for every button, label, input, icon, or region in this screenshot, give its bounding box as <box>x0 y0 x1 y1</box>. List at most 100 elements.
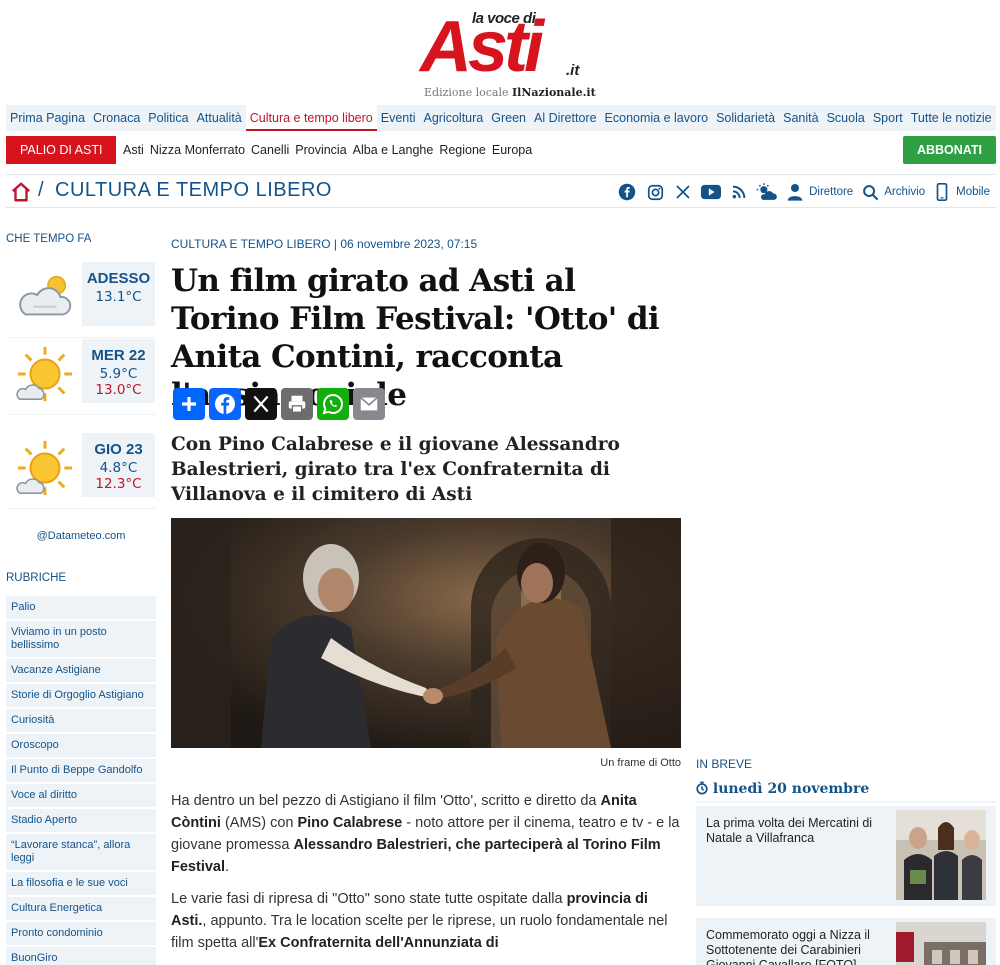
breve-item-title[interactable]: La prima volta dei Mercatini di Natale a… <box>706 816 886 846</box>
breve-date: lunedì 20 novembre <box>696 781 996 803</box>
nav-prima-pagina[interactable]: Prima Pagina <box>6 105 89 131</box>
subnav-asti[interactable]: Asti <box>120 143 147 157</box>
rubrica-item[interactable]: Voce al diritto <box>6 784 156 807</box>
rubrica-item[interactable]: Pronto condominio <box>6 922 156 945</box>
palio-button[interactable]: PALIO DI ASTI <box>6 136 116 164</box>
weather-box-day3: GIO 23 4.8°C 12.3°C <box>82 433 155 497</box>
weather-max: 12.3°C <box>95 476 142 492</box>
section-title[interactable]: CULTURA E TEMPO LIBERO <box>55 179 332 202</box>
nav-sanita[interactable]: Sanità <box>779 105 822 131</box>
text-bold: Ex Confraternita dell'Annunziata di <box>258 935 499 951</box>
nav-green[interactable]: Green <box>487 105 530 131</box>
rubrica-item[interactable]: Storie di Orgoglio Astigiano <box>6 684 156 707</box>
rubrica-item[interactable]: Il Punto di Beppe Gandolfo <box>6 759 156 782</box>
article-image[interactable] <box>171 518 681 748</box>
nav-attualita[interactable]: Attualità <box>193 105 246 131</box>
subnav-europa[interactable]: Europa <box>489 143 535 157</box>
subnav-alba-langhe[interactable]: Alba e Langhe <box>350 143 437 157</box>
breve-thumbnail[interactable] <box>896 922 986 965</box>
weather-min: 4.8°C <box>99 460 138 476</box>
text-run: (AMS) con <box>220 815 298 831</box>
rubrica-item[interactable]: Oroscopo <box>6 734 156 757</box>
sub-nav: Asti Nizza Monferrato Canelli Provincia … <box>120 136 535 164</box>
weather-row-now[interactable]: ADESSO 13.1°C <box>6 256 156 338</box>
commemoration-photo <box>896 922 986 965</box>
user-icon[interactable] <box>784 181 806 203</box>
weather-min: 5.9°C <box>99 366 138 382</box>
instagram-icon[interactable] <box>644 181 666 203</box>
image-caption: Un frame di Otto <box>600 757 681 769</box>
nav-economia[interactable]: Economia e lavoro <box>601 105 713 131</box>
whatsapp-icon[interactable] <box>317 388 349 420</box>
cloudy-icon <box>19 275 72 316</box>
rubrica-item[interactable]: BuonGiro <box>6 947 156 965</box>
rubrica-item[interactable]: Curiosità <box>6 709 156 732</box>
print-icon[interactable] <box>281 388 313 420</box>
nav-tutte-notizie[interactable]: Tutte le notizie <box>907 105 996 131</box>
edition-prefix: Edizione locale <box>424 86 509 99</box>
breadcrumb-separator: / <box>38 179 44 201</box>
rubrica-item[interactable]: “Lavorare stanca”, allora leggi <box>6 834 156 870</box>
breve-item[interactable]: Commemorato oggi a Nizza il Sottotenente… <box>696 918 996 965</box>
text-bold: Pino Calabrese <box>297 815 403 831</box>
rubrica-item[interactable]: Vacanze Astigiane <box>6 659 156 682</box>
rubrica-item[interactable]: La filosofia e le sue voci <box>6 872 156 895</box>
search-icon[interactable] <box>859 181 881 203</box>
nav-al-direttore[interactable]: Al Direttore <box>530 105 601 131</box>
subnav-canelli[interactable]: Canelli <box>248 143 292 157</box>
weather-day: ADESSO <box>86 270 151 287</box>
article-meta: CULTURA E TEMPO LIBERO | 06 novembre 202… <box>171 237 478 251</box>
logo-prefix: la voce di <box>472 10 536 27</box>
rubrica-item[interactable]: Palio <box>6 596 156 619</box>
weather-icon[interactable] <box>756 181 778 203</box>
text-run: Ha dentro un bel pezzo di Astigiano il f… <box>171 793 601 809</box>
breve-thumbnail[interactable] <box>896 810 986 900</box>
facebook-share-icon[interactable] <box>209 388 241 420</box>
youtube-icon[interactable] <box>700 181 722 203</box>
mercatini-photo <box>896 810 986 900</box>
weather-box-day2: MER 22 5.9°C 13.0°C <box>82 339 155 403</box>
subnav-nizza[interactable]: Nizza Monferrato <box>147 143 248 157</box>
nav-cronaca[interactable]: Cronaca <box>89 105 144 131</box>
weather-max: 13.0°C <box>95 382 142 398</box>
rubriche-list: Palio Viviamo in un posto bellissimo Vac… <box>6 596 156 965</box>
edition-line: Edizione locale IlNazionale.it <box>424 86 596 99</box>
nav-agricoltura[interactable]: Agricoltura <box>420 105 488 131</box>
x-icon[interactable] <box>672 181 694 203</box>
rubrica-item[interactable]: Stadio Aperto <box>6 809 156 832</box>
email-icon[interactable] <box>353 388 385 420</box>
subnav-regione[interactable]: Regione <box>436 143 489 157</box>
rss-icon[interactable] <box>728 181 750 203</box>
nav-scuola[interactable]: Scuola <box>823 105 869 131</box>
nav-sport[interactable]: Sport <box>869 105 907 131</box>
nav-solidarieta[interactable]: Solidarietà <box>712 105 779 131</box>
edition-brand[interactable]: IlNazionale.it <box>512 86 596 99</box>
section-bar: / CULTURA E TEMPO LIBERO Direttore Archi… <box>6 174 996 208</box>
clock-icon <box>696 781 708 795</box>
social-toolbar: Direttore Archivio Mobile <box>610 181 990 203</box>
nav-cultura[interactable]: Cultura e tempo libero <box>245 105 377 131</box>
nav-politica[interactable]: Politica <box>144 105 192 131</box>
home-icon[interactable] <box>10 181 32 203</box>
direttore-link[interactable]: Direttore <box>809 186 853 198</box>
weather-row-day2[interactable]: MER 22 5.9°C 13.0°C <box>6 333 156 415</box>
weather-row-day3[interactable]: GIO 23 4.8°C 12.3°C <box>6 427 156 509</box>
abbonati-button[interactable]: ABBONATI <box>903 136 996 164</box>
mobile-link[interactable]: Mobile <box>956 186 990 198</box>
mobile-icon[interactable] <box>931 181 953 203</box>
breve-heading: IN BREVE <box>696 757 753 771</box>
weather-box-now: ADESSO 13.1°C <box>82 262 155 326</box>
subnav-provincia[interactable]: Provincia <box>292 143 349 157</box>
breve-item-title[interactable]: Commemorato oggi a Nizza il Sottotenente… <box>706 928 886 965</box>
x-share-icon[interactable] <box>245 388 277 420</box>
archivio-link[interactable]: Archivio <box>884 186 925 198</box>
add-share-icon[interactable] <box>173 388 205 420</box>
rubrica-item[interactable]: Viviamo in un posto bellissimo <box>6 621 156 657</box>
breve-item[interactable]: La prima volta dei Mercatini di Natale a… <box>696 806 996 906</box>
sunny-cloud-icon <box>16 440 73 496</box>
article-body: Ha dentro un bel pezzo di Astigiano il f… <box>171 790 683 964</box>
facebook-icon[interactable] <box>616 181 638 203</box>
rubrica-item[interactable]: Cultura Energetica <box>6 897 156 920</box>
nav-eventi[interactable]: Eventi <box>377 105 420 131</box>
weather-credit[interactable]: @Datameteo.com <box>6 530 156 542</box>
